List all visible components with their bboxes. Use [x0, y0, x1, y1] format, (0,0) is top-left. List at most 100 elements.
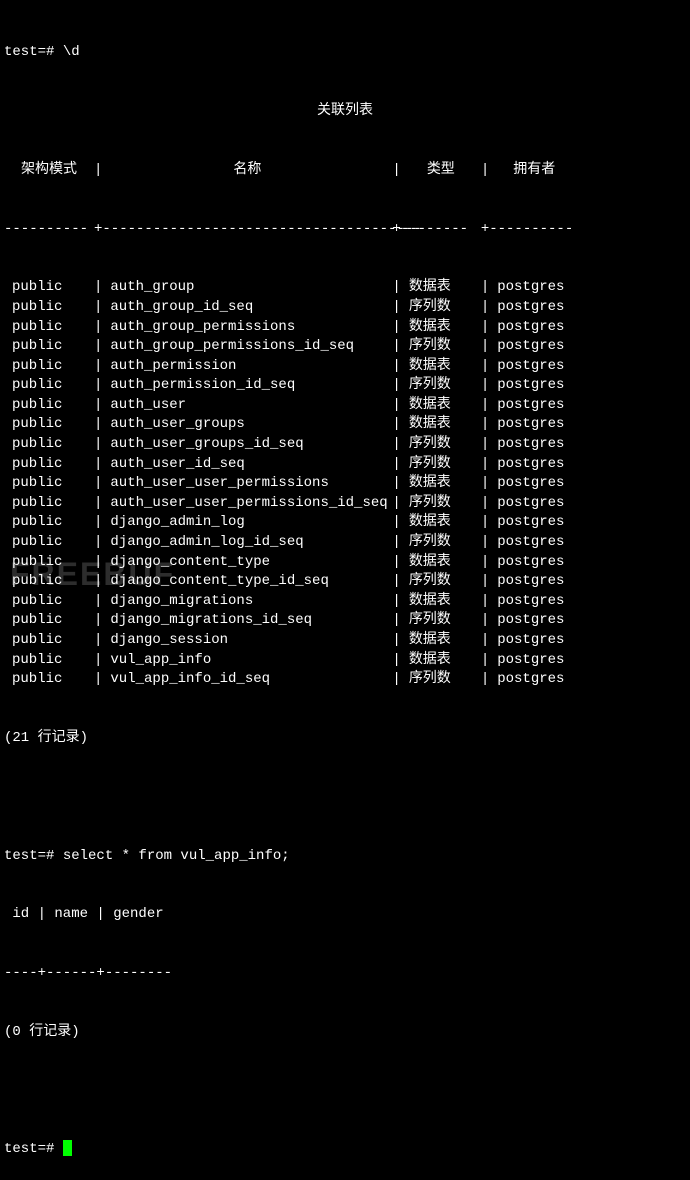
pipe-icon: |: [94, 513, 102, 533]
header-owner: 拥有者: [489, 161, 579, 181]
table-title: 关联列表: [4, 102, 686, 122]
pipe-icon: |: [481, 376, 489, 396]
cell-schema: public: [4, 298, 94, 318]
cell-name: vul_app_info_id_seq: [102, 670, 392, 690]
cell-type: 序列数: [401, 435, 481, 455]
pipe-icon: |: [392, 396, 400, 416]
sep-name: --------------------------------------: [102, 220, 392, 240]
pipe-icon: |: [94, 553, 102, 573]
pipe-icon: |: [94, 631, 102, 651]
pipe-icon: |: [481, 572, 489, 592]
pipe-icon: |: [481, 298, 489, 318]
blank-line: [4, 1082, 686, 1102]
pipe-icon: |: [94, 455, 102, 475]
pipe-icon: |: [481, 278, 489, 298]
pipe-icon: |: [392, 670, 400, 690]
pipe-icon: |: [94, 298, 102, 318]
cell-owner: postgres: [489, 318, 579, 338]
cell-type: 序列数: [401, 494, 481, 514]
cell-type: 序列数: [401, 572, 481, 592]
cell-schema: public: [4, 357, 94, 377]
cell-schema: public: [4, 396, 94, 416]
cell-schema: public: [4, 592, 94, 612]
cell-schema: public: [4, 513, 94, 533]
cell-owner: postgres: [489, 337, 579, 357]
cell-schema: public: [4, 651, 94, 671]
cell-owner: postgres: [489, 415, 579, 435]
cell-schema: public: [4, 376, 94, 396]
table-row: public|auth_user_groups|数据表|postgres: [4, 415, 686, 435]
cell-owner: postgres: [489, 572, 579, 592]
cell-type: 序列数: [401, 376, 481, 396]
pipe-icon: |: [94, 592, 102, 612]
cell-type: 数据表: [401, 592, 481, 612]
prompt-line-3[interactable]: test=#: [4, 1140, 686, 1160]
cell-type: 数据表: [401, 631, 481, 651]
pipe-icon: |: [481, 494, 489, 514]
pipe-icon: |: [392, 435, 400, 455]
table-header-row: 架构模式|名称|类型|拥有者: [4, 161, 686, 181]
prompt-prefix: test=#: [4, 43, 63, 63]
pipe-icon: |: [481, 631, 489, 651]
cell-schema: public: [4, 631, 94, 651]
terminal-output[interactable]: test=# \d 关联列表 架构模式|名称|类型|拥有者 ----------…: [4, 4, 686, 1180]
cell-type: 数据表: [401, 396, 481, 416]
cell-name: django_admin_log: [102, 513, 392, 533]
prompt-prefix: test=#: [4, 847, 63, 867]
pipe-icon: |: [481, 553, 489, 573]
pipe-icon: |: [392, 161, 400, 181]
pipe-icon: |: [392, 318, 400, 338]
cell-schema: public: [4, 533, 94, 553]
cell-owner: postgres: [489, 533, 579, 553]
cell-schema: public: [4, 572, 94, 592]
cell-type: 数据表: [401, 415, 481, 435]
table-row: public|django_content_type|数据表|postgres: [4, 553, 686, 573]
pipe-icon: |: [94, 337, 102, 357]
cell-schema: public: [4, 318, 94, 338]
cell-type: 序列数: [401, 337, 481, 357]
cell-owner: postgres: [489, 474, 579, 494]
cell-name: django_content_type_id_seq: [102, 572, 392, 592]
cell-schema: public: [4, 278, 94, 298]
pipe-icon: |: [94, 611, 102, 631]
table-row: public|vul_app_info|数据表|postgres: [4, 651, 686, 671]
cell-owner: postgres: [489, 435, 579, 455]
table-row: public|django_migrations_id_seq|序列数|post…: [4, 611, 686, 631]
cell-schema: public: [4, 337, 94, 357]
pipe-icon: |: [481, 337, 489, 357]
cell-name: django_admin_log_id_seq: [102, 533, 392, 553]
pipe-icon: |: [94, 161, 102, 181]
pipe-icon: |: [481, 357, 489, 377]
pipe-icon: |: [392, 631, 400, 651]
pipe-icon: |: [392, 572, 400, 592]
result-footer: (0 行记录): [4, 1023, 686, 1043]
pipe-icon: |: [481, 651, 489, 671]
cell-schema: public: [4, 415, 94, 435]
pipe-icon: |: [392, 298, 400, 318]
table-row: public|django_content_type_id_seq|序列数|po…: [4, 572, 686, 592]
pipe-icon: |: [94, 415, 102, 435]
table-row: public|django_admin_log|数据表|postgres: [4, 513, 686, 533]
cell-owner: postgres: [489, 298, 579, 318]
pipe-icon: |: [392, 357, 400, 377]
pipe-icon: |: [392, 513, 400, 533]
cell-owner: postgres: [489, 611, 579, 631]
sep-schema: ----------: [4, 220, 94, 240]
cell-type: 数据表: [401, 513, 481, 533]
pipe-icon: |: [392, 376, 400, 396]
pipe-icon: |: [481, 513, 489, 533]
table-row: public|django_migrations|数据表|postgres: [4, 592, 686, 612]
prompt-line-2: test=# select * from vul_app_info;: [4, 847, 686, 867]
cell-name: auth_user_id_seq: [102, 455, 392, 475]
cell-name: auth_group_permissions: [102, 318, 392, 338]
plus-icon: +: [481, 220, 489, 240]
table-row: public|auth_user_user_permissions_id_seq…: [4, 494, 686, 514]
pipe-icon: |: [481, 533, 489, 553]
prompt-prefix: test=#: [4, 1140, 63, 1160]
table-row: public|auth_group|数据表|postgres: [4, 278, 686, 298]
pipe-icon: |: [481, 670, 489, 690]
pipe-icon: |: [94, 533, 102, 553]
cell-type: 序列数: [401, 670, 481, 690]
table-row: public|auth_user_user_permissions|数据表|po…: [4, 474, 686, 494]
pipe-icon: |: [94, 278, 102, 298]
